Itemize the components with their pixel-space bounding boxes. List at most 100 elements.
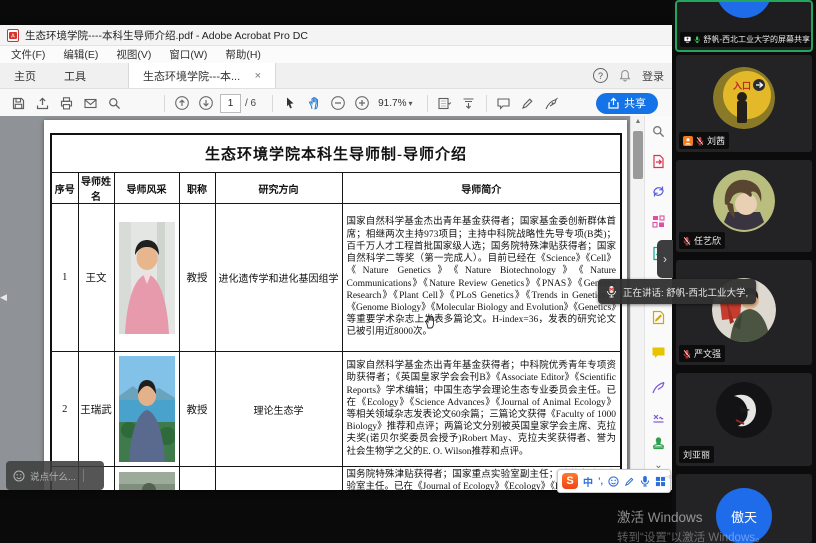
participant-tile[interactable]: 傲天 <box>676 474 812 543</box>
ime-handwriting-button[interactable] <box>624 476 635 487</box>
acrobat-window: A 生态环境学院----本科生导师介绍.pdf - Adobe Acrobat … <box>0 25 672 490</box>
svg-text:入口: 入口 <box>732 81 751 91</box>
cell-name: 王文 <box>78 204 114 352</box>
fill-sign-tool[interactable] <box>650 308 668 326</box>
scrollbar-thumb[interactable] <box>633 131 643 179</box>
toolbar-separator <box>164 95 165 112</box>
zoom-out-icon <box>330 95 346 111</box>
mentor-photo <box>119 356 175 462</box>
share-button[interactable]: 共享 <box>596 93 658 114</box>
help-icon[interactable]: ? <box>593 68 608 83</box>
ime-emoji-button[interactable] <box>608 476 619 487</box>
nav-pane-collapse-icon[interactable]: ◀ <box>0 292 7 303</box>
tab-home[interactable]: 主页 <box>0 63 50 88</box>
email-button[interactable] <box>78 92 102 114</box>
participant-tile-sharing[interactable]: 舒帆 舒帆-西北工业大学的屏幕共享 <box>675 0 813 52</box>
hand-tool-button[interactable] <box>302 92 326 114</box>
participant-name: 严文强 <box>694 347 721 360</box>
hand-icon <box>307 96 322 111</box>
table-row: 国务院特殊津贴获得者；国家重点实验室副主任；科学院重点实验室主任。已在《Jour… <box>51 467 621 491</box>
menu-bar: 文件(F) 编辑(E) 视图(V) 窗口(W) 帮助(H) <box>0 46 672 63</box>
header-rank: 职称 <box>179 173 215 204</box>
tabbar-right: ? 登录 <box>593 63 664 88</box>
menu-view[interactable]: 视图(V) <box>107 47 160 62</box>
video-panel-collapse-handle[interactable]: › <box>657 240 673 278</box>
previous-page-button[interactable] <box>170 92 194 114</box>
participant-name: 刘亚丽 <box>683 448 710 461</box>
participant-tile[interactable]: 入口 刘茜 <box>676 55 812 152</box>
menu-window[interactable]: 窗口(W) <box>160 47 216 62</box>
upload-icon <box>35 96 50 111</box>
bio-text: 国家自然科学基金杰出青年基金获得者；国家基金委创新群体首席；相继两次主持973项… <box>343 214 621 340</box>
page-display-button[interactable] <box>433 92 457 114</box>
header-field: 研究方向 <box>215 173 342 204</box>
cursor-icon <box>283 96 297 110</box>
login-button[interactable]: 登录 <box>642 68 664 84</box>
toolbar-separator <box>486 95 487 112</box>
zoom-level-select[interactable]: 91.7% <box>378 98 406 109</box>
tab-close-icon[interactable]: × <box>255 70 261 82</box>
ime-punctuation-toggle[interactable]: ’, <box>598 476 603 486</box>
cell-name: 王瑞武 <box>78 352 114 467</box>
menu-edit[interactable]: 编辑(E) <box>54 47 107 62</box>
table-title: 生态环境学院本科生导师制-导师介绍 <box>51 134 621 173</box>
avatar: 入口 <box>713 67 775 129</box>
participant-name: 任艺欣 <box>694 234 721 247</box>
speaking-mic-icon <box>606 285 617 298</box>
menu-help[interactable]: 帮助(H) <box>216 47 270 62</box>
participant-tile[interactable]: 刘亚丽 <box>676 373 812 466</box>
pen-icon <box>651 380 666 395</box>
comment-tool-button[interactable] <box>492 92 516 114</box>
bio-text: 国家自然科学基金杰出青年基金获得者；中科院优秀青年专项资助获得者；《英国皇家学会… <box>343 358 621 460</box>
sign-tool-button[interactable] <box>540 92 564 114</box>
next-page-button[interactable] <box>194 92 218 114</box>
zoom-caret-icon[interactable]: ▾ <box>408 99 412 108</box>
speaking-toast-text: 正在讲话: 舒帆-西北工业大学, <box>623 285 748 299</box>
find-button[interactable] <box>102 92 126 114</box>
zoom-out-button[interactable] <box>326 92 350 114</box>
menu-file[interactable]: 文件(F) <box>2 47 54 62</box>
share-icon <box>608 97 619 109</box>
create-pdf-tool[interactable] <box>650 182 668 200</box>
chat-quick-input[interactable]: 说点什么... <box>6 461 104 490</box>
pdf-page[interactable]: 生态环境学院本科生导师制-导师介绍 序号 导师姓名 导师风采 职称 研究方向 导… <box>44 120 627 490</box>
export-pdf-tool[interactable] <box>650 152 668 170</box>
comment-bubble-icon <box>496 96 511 111</box>
cell-field: 理论生态学 <box>215 352 342 467</box>
chat-input-placeholder[interactable]: 说点什么... <box>30 469 76 483</box>
pencil-tool-button[interactable] <box>516 92 540 114</box>
title-bar: A 生态环境学院----本科生导师介绍.pdf - Adobe Acrobat … <box>0 25 672 46</box>
request-signature-tool[interactable] <box>650 408 668 426</box>
zoom-in-button[interactable] <box>350 92 374 114</box>
participants-panel: 舒帆 舒帆-西北工业大学的屏幕共享 入口 <box>672 0 816 543</box>
ime-voice-button[interactable] <box>640 475 650 487</box>
print-button[interactable] <box>54 92 78 114</box>
comment-tool[interactable] <box>650 344 668 362</box>
fill-sign-icon <box>651 310 666 325</box>
scroll-up-icon[interactable]: ▲ <box>631 118 645 125</box>
edit-pdf-tool[interactable] <box>650 212 668 230</box>
participant-tile[interactable]: 任艺欣 <box>676 160 812 252</box>
document-area: ◀ 生态环境学院本科生导师制-导师介绍 序号 导师姓名 导师风采 职称 研究方向… <box>0 116 672 490</box>
participant-label: 任艺欣 <box>679 232 725 249</box>
save-button[interactable] <box>6 92 30 114</box>
ime-language-toggle[interactable]: 中 <box>583 474 593 489</box>
select-tool-button[interactable] <box>278 92 302 114</box>
participant-tile[interactable]: 严文强 <box>676 260 812 365</box>
stamp-tool[interactable] <box>650 434 668 452</box>
bell-icon[interactable] <box>619 69 631 82</box>
sogou-logo-icon[interactable]: S <box>562 473 578 489</box>
upload-share-button[interactable] <box>30 92 54 114</box>
draw-tool[interactable] <box>650 378 668 396</box>
cell-rank <box>179 467 215 491</box>
avatar: 舒帆 <box>716 0 772 18</box>
emoji-icon[interactable] <box>13 470 25 482</box>
tab-document[interactable]: 生态环境学院---本... × <box>128 63 276 88</box>
ime-collapse-arrow-icon[interactable]: ⇥ <box>664 472 672 483</box>
page-number-input[interactable]: 1 <box>220 94 241 113</box>
scrolling-mode-button[interactable] <box>457 92 481 114</box>
cell-photo <box>114 467 179 491</box>
tab-tools[interactable]: 工具 <box>50 63 100 88</box>
search-tool-button[interactable] <box>650 122 668 140</box>
search-icon <box>107 96 122 111</box>
